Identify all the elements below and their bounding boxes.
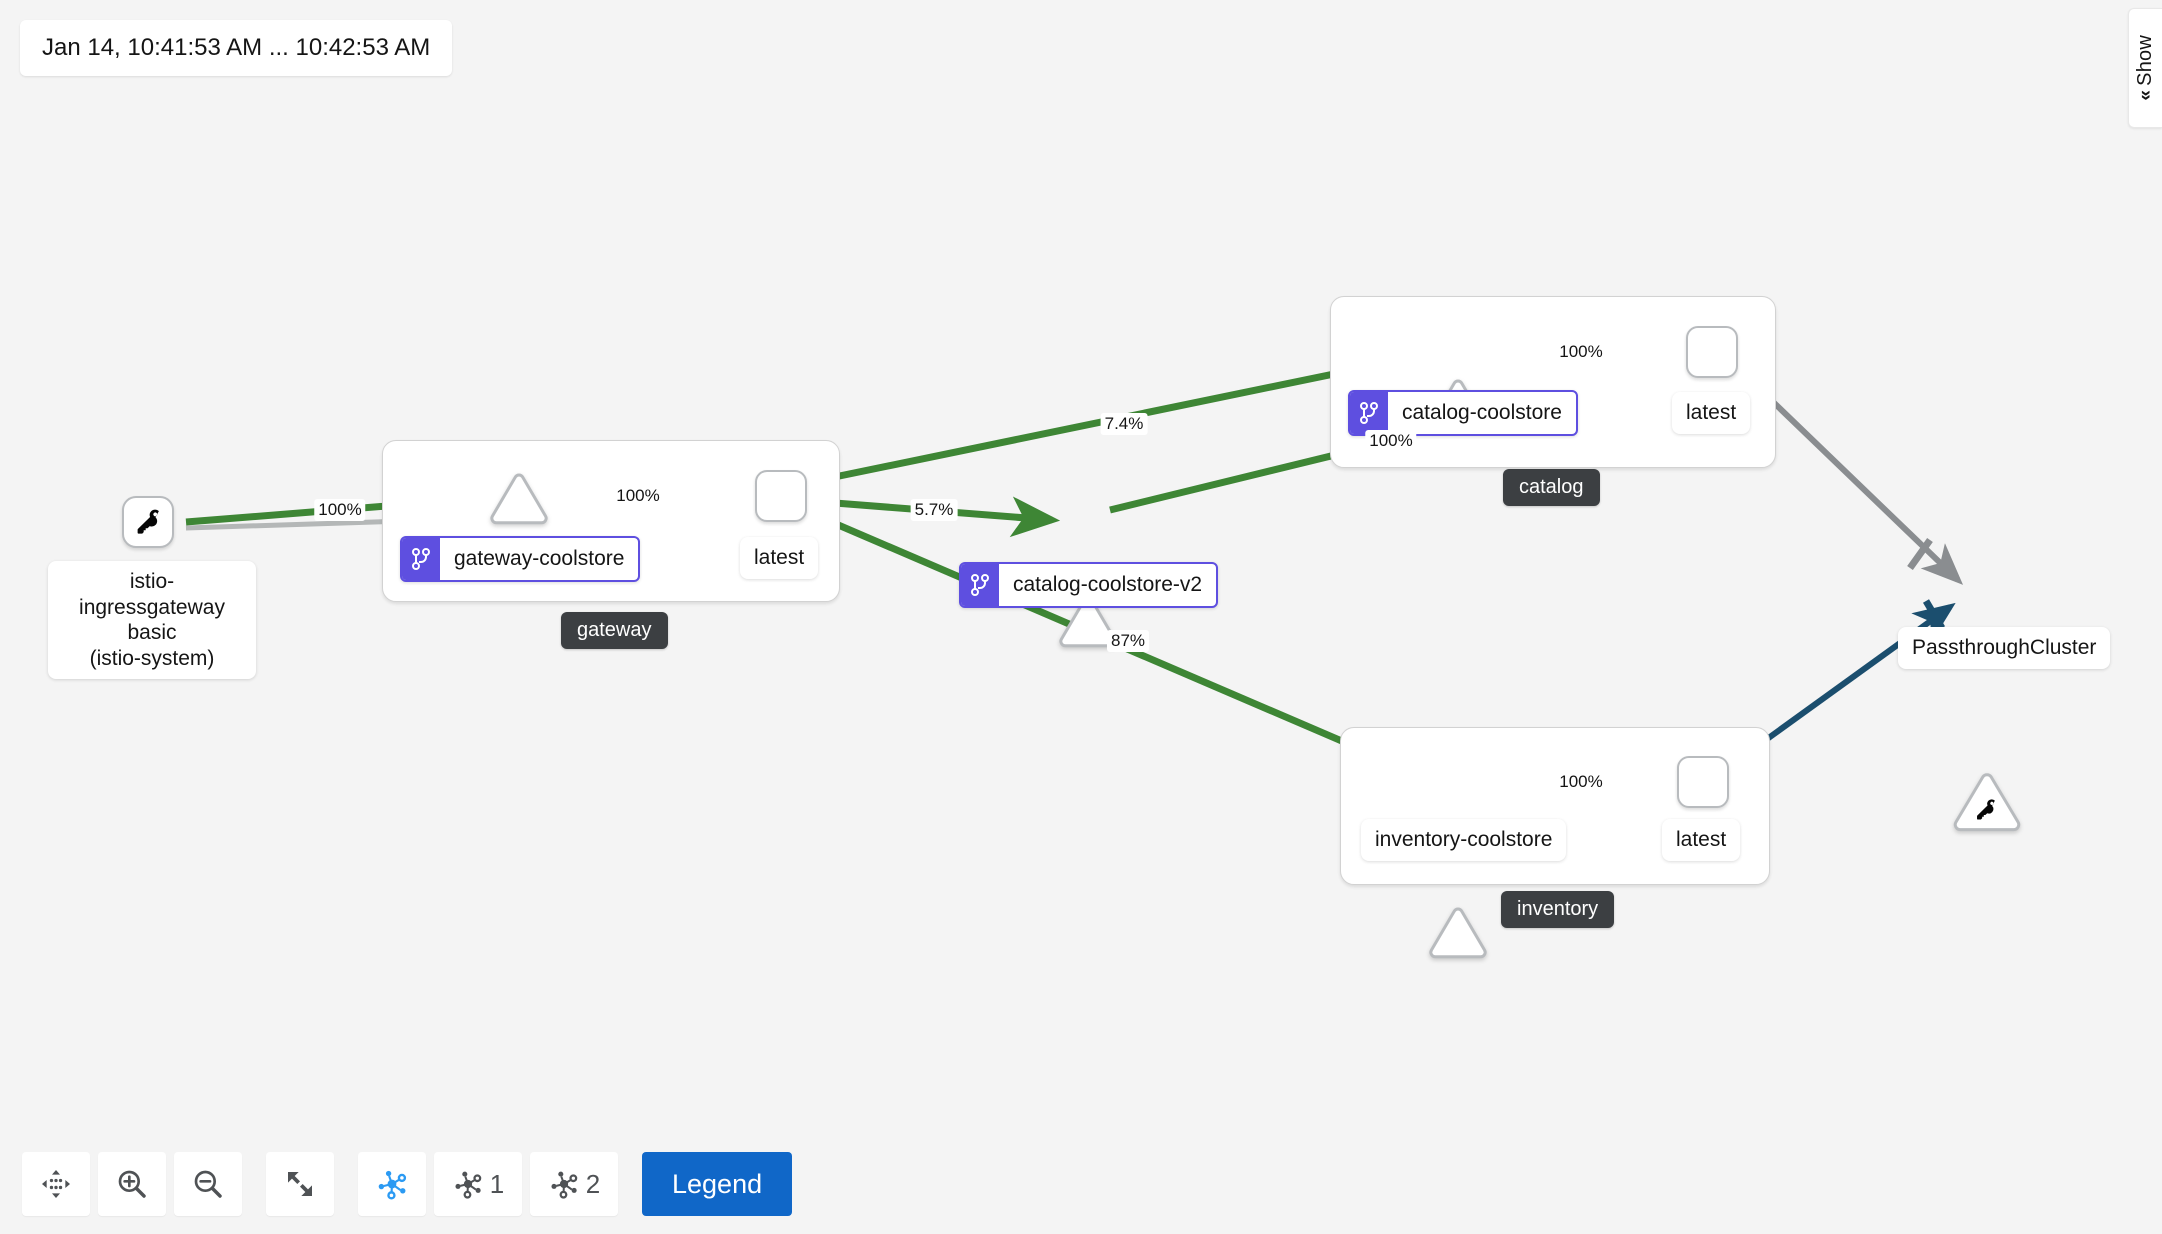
code-branch-icon — [961, 564, 999, 606]
group-badge-catalog: catalog — [1503, 469, 1600, 506]
node-label-text: catalog-coolstore — [1402, 401, 1562, 424]
drag-move-button[interactable] — [22, 1152, 90, 1216]
node-istio-ingressgateway[interactable] — [122, 496, 174, 548]
topology-icon — [378, 1170, 407, 1200]
node-label-passthrough-cluster: PassthroughCluster — [1898, 627, 2111, 669]
layout-default-button[interactable] — [358, 1152, 426, 1216]
node-gateway-coolstore-service[interactable] — [489, 472, 548, 525]
edge-label-catalog-v2-to-catalog-latest: 100% — [1365, 430, 1417, 452]
drag-move-icon — [42, 1170, 70, 1198]
group-badge-gateway: gateway — [561, 612, 668, 649]
fit-to-screen-button[interactable] — [266, 1152, 334, 1216]
node-label-text: catalog-coolstore-v2 — [1013, 573, 1203, 596]
topology-icon — [455, 1171, 482, 1199]
node-catalog-latest[interactable] — [1686, 326, 1738, 378]
node-gateway-latest[interactable] — [755, 470, 807, 522]
code-branch-icon — [1350, 392, 1388, 434]
layout-1-button[interactable]: 1 — [434, 1152, 522, 1216]
node-label-catalog-latest: latest — [1672, 392, 1751, 434]
zoom-in-icon — [118, 1170, 146, 1198]
node-label-inventory-coolstore: inventory-coolstore — [1361, 819, 1567, 861]
node-label-gateway-latest: latest — [740, 537, 819, 579]
layout-2-label: 2 — [585, 1168, 601, 1199]
node-label-catalog-coolstore: catalog-coolstore — [1348, 390, 1578, 436]
zoom-in-button[interactable] — [98, 1152, 166, 1216]
node-label-line: basic — [127, 621, 177, 645]
expand-arrows-icon — [288, 1172, 312, 1196]
zoom-out-button[interactable] — [174, 1152, 242, 1216]
layout-2-button[interactable]: 2 — [530, 1152, 618, 1216]
edge-label-gateway-svc-to-latest: 100% — [612, 485, 664, 507]
node-inventory-coolstore-service[interactable] — [1428, 906, 1487, 959]
topology-icon — [551, 1171, 578, 1199]
node-label-line: (istio-system) — [89, 646, 215, 670]
edge-label-gateway-latest-to-catalog-v2: 5.7% — [910, 499, 958, 521]
node-label-catalog-coolstore-v2: catalog-coolstore-v2 — [959, 562, 1219, 608]
code-branch-icon — [402, 538, 440, 580]
edge-label-gateway-latest-to-catalog-svc: 7.4% — [1100, 413, 1148, 435]
node-label-line: istio-ingressgateway — [79, 570, 225, 619]
node-label-text: gateway-coolstore — [454, 547, 625, 570]
edge-label-inventory-svc-to-latest: 100% — [1555, 771, 1607, 793]
key-icon — [137, 509, 159, 534]
node-passthrough-cluster[interactable] — [1952, 772, 2022, 834]
graph-toolbar: 1 2 Legend — [22, 1152, 793, 1216]
node-label-istio-ingressgateway: istio-ingressgateway basic (istio-system… — [48, 561, 256, 680]
layout-1-label: 1 — [489, 1168, 505, 1199]
edge-label-ingress-to-gateway: 100% — [314, 499, 366, 521]
node-label-gateway-coolstore: gateway-coolstore — [400, 536, 641, 582]
group-badge-inventory: inventory — [1501, 891, 1615, 928]
node-label-inventory-latest: latest — [1662, 819, 1741, 861]
zoom-out-icon — [194, 1170, 222, 1198]
kiali-graph-page: Jan 14, 10:41:53 AM ... 10:42:53 AM Show… — [0, 0, 2162, 1234]
node-inventory-latest[interactable] — [1677, 756, 1729, 808]
legend-button[interactable]: Legend — [642, 1152, 793, 1216]
edge-label-catalog-svc-to-latest: 100% — [1555, 341, 1607, 363]
edge-label-gateway-latest-to-inventory: 87% — [1106, 630, 1150, 652]
